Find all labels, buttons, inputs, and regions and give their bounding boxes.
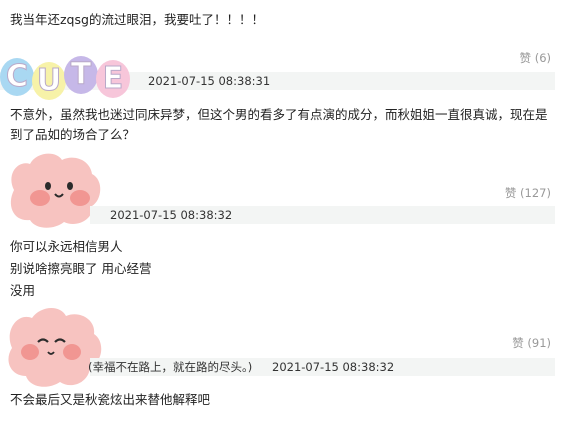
comment-2-like-button[interactable]: 赞 (127)	[505, 185, 551, 201]
comment-3-body-line-1: 你可以永远相信男人	[10, 239, 123, 254]
user-avatar-2[interactable]	[0, 304, 110, 390]
comment-4-body: 不会最后又是秋瓷炫出来替他解释吧	[10, 392, 211, 407]
cute-letter-c: C	[0, 58, 34, 96]
comment-2-body-line-2: 到了品如的场合了么？	[10, 127, 136, 142]
cute-letter-t: T	[64, 56, 98, 94]
comment-3-body-line-3: 没用	[10, 283, 36, 298]
cute-letter-u: U	[32, 62, 66, 100]
comment-1-body: 我当年还zqsg的流过眼泪，我要吐了！！！！	[10, 12, 264, 27]
comment-1-like-button[interactable]: 赞 (6)	[520, 50, 551, 66]
comment-2-body-line-1: 不意外，虽然我也迷过同床异梦，但这个男的看多了有点演的成分，而秋姐姐一直很真诚，…	[10, 107, 548, 122]
comment-4-signature: (幸福不在路上，就在路的尽头。)	[88, 360, 253, 374]
comment-4-time: 2021-07-15 08:38:32	[272, 360, 395, 374]
comment-2-time: 2021-07-15 08:38:31	[148, 74, 271, 88]
cute-letter-e: E	[96, 60, 130, 98]
comment-3-body-line-2: 别说啥擦亮眼了 用心经营	[10, 261, 152, 276]
comment-3-time: 2021-07-15 08:38:32	[110, 208, 233, 222]
cute-avatar[interactable]: C U T E	[0, 52, 150, 112]
comment-3-like-button[interactable]: 赞 (91)	[512, 335, 551, 351]
